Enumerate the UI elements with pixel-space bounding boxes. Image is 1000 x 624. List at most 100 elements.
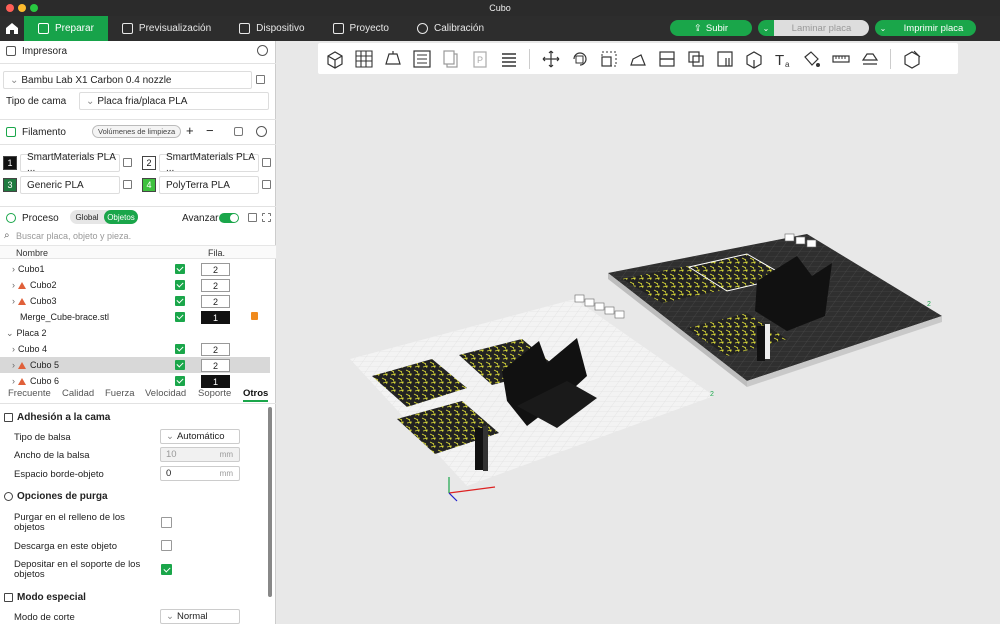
expand-chevron-icon[interactable]: › bbox=[12, 264, 15, 274]
object-row[interactable]: Merge_Cube-brace.stl 1 bbox=[0, 309, 270, 325]
list-view-icon[interactable] bbox=[248, 213, 257, 222]
filament-color-swatch[interactable]: 4 bbox=[142, 178, 156, 192]
expand-chevron-icon[interactable]: › bbox=[12, 280, 15, 290]
compare-icon[interactable] bbox=[262, 213, 271, 222]
calibration-icon bbox=[417, 23, 428, 34]
close-window-button[interactable] bbox=[6, 4, 14, 12]
raft-type-select[interactable]: ⌄ Automático bbox=[160, 429, 240, 444]
bed-type-select[interactable]: ⌄ Placa fria/placa PLA bbox=[79, 92, 269, 110]
upload-button[interactable]: ⇪ Subir bbox=[670, 20, 752, 36]
purge-support-label: Depositar en el soporte de los objetos bbox=[14, 559, 141, 580]
filament-select[interactable]: SmartMaterials PLA ... bbox=[159, 152, 259, 174]
plate-scene[interactable]: 2 2 bbox=[277, 41, 1000, 624]
object-filament-select[interactable]: 2 bbox=[201, 295, 230, 308]
object-row[interactable]: › Cubo 4 2 bbox=[0, 341, 270, 357]
object-visible-checkbox[interactable] bbox=[175, 264, 185, 274]
scope-global[interactable]: Global bbox=[70, 210, 104, 224]
object-name: Cubo 4 bbox=[18, 344, 48, 354]
tab-speed[interactable]: Velocidad bbox=[145, 388, 186, 399]
flush-volumes-button[interactable]: Volúmenes de limpieza bbox=[92, 125, 182, 138]
home-button[interactable] bbox=[0, 16, 24, 41]
lock-icon[interactable] bbox=[251, 312, 258, 320]
raft-width-input[interactable]: 10 mm bbox=[160, 447, 240, 462]
slicing-mode-label: Modo de corte bbox=[14, 612, 75, 623]
filament-edit-icon[interactable] bbox=[262, 180, 271, 189]
object-row[interactable]: › Cubo 5 2 bbox=[0, 357, 270, 373]
object-search-input[interactable]: ⌕ Buscar placa, objeto y pieza. bbox=[0, 229, 276, 243]
slice-plate-button[interactable]: Laminar placa bbox=[774, 20, 869, 36]
object-row[interactable]: › Cubo3 2 bbox=[0, 293, 270, 309]
object-visible-checkbox[interactable] bbox=[175, 360, 185, 370]
slice-dropdown-button[interactable]: ⌄ bbox=[758, 20, 774, 36]
process-scope-toggle[interactable]: Global Objetos bbox=[70, 210, 138, 224]
filament-edit-icon[interactable] bbox=[123, 180, 132, 189]
expand-chevron-icon[interactable]: › bbox=[12, 360, 15, 370]
purge-infill-checkbox[interactable] bbox=[161, 517, 172, 528]
warning-icon bbox=[18, 378, 26, 385]
object-filament-select[interactable]: 2 bbox=[201, 359, 230, 372]
settings-scrollbar[interactable] bbox=[268, 407, 272, 597]
tab-frequent[interactable]: Frecuente bbox=[8, 388, 51, 399]
brim-gap-label: Espacio borde-objeto bbox=[14, 469, 104, 480]
plate-2-y-label: 2 bbox=[927, 301, 931, 308]
filament-select[interactable]: SmartMaterials PLA ... bbox=[20, 152, 120, 174]
slicing-mode-select[interactable]: ⌄ Normal bbox=[160, 609, 240, 624]
search-icon: ⌕ bbox=[4, 230, 10, 241]
object-visible-checkbox[interactable] bbox=[175, 312, 185, 322]
object-filament-select[interactable]: 1 bbox=[201, 311, 230, 324]
expand-chevron-icon[interactable]: › bbox=[12, 344, 15, 354]
tab-quality[interactable]: Calidad bbox=[62, 388, 94, 399]
tab-project[interactable]: Proyecto bbox=[319, 16, 403, 41]
add-filament-icon[interactable]: + bbox=[186, 123, 194, 138]
object-visible-checkbox[interactable] bbox=[175, 344, 185, 354]
minimize-window-button[interactable] bbox=[18, 4, 26, 12]
printer-select[interactable]: ⌄ Bambu Lab X1 Carbon 0.4 nozzle bbox=[3, 71, 252, 89]
purge-object-checkbox[interactable] bbox=[161, 540, 172, 551]
device-icon bbox=[239, 23, 251, 34]
plate-row[interactable]: ⌄ Placa 2 bbox=[0, 325, 270, 341]
object-filament-select[interactable]: 2 bbox=[201, 343, 230, 356]
expand-chevron-icon[interactable]: › bbox=[12, 296, 15, 306]
tab-support[interactable]: Soporte bbox=[198, 388, 231, 399]
filament-edit-icon[interactable] bbox=[123, 158, 132, 167]
printer-edit-icon[interactable] bbox=[256, 75, 265, 84]
advanced-toggle[interactable] bbox=[219, 213, 239, 223]
object-visible-checkbox[interactable] bbox=[175, 376, 185, 386]
object-visible-checkbox[interactable] bbox=[175, 296, 185, 306]
tab-calibration[interactable]: Calibración bbox=[403, 16, 498, 41]
print-dropdown-button[interactable]: ⌄ bbox=[875, 20, 891, 36]
3d-viewport[interactable]: P Ta 2 2 bbox=[277, 41, 1000, 624]
filament-color-swatch[interactable]: 2 bbox=[142, 156, 156, 170]
filament-color-swatch[interactable]: 3 bbox=[3, 178, 17, 192]
filament-select[interactable]: PolyTerra PLA bbox=[159, 176, 259, 194]
scope-objects[interactable]: Objetos bbox=[104, 210, 138, 224]
purge-support-checkbox[interactable] bbox=[161, 564, 172, 575]
filament-color-swatch[interactable]: 1 bbox=[3, 156, 17, 170]
tab-others[interactable]: Otros bbox=[243, 388, 269, 402]
object-filament-select[interactable]: 2 bbox=[201, 279, 230, 292]
filament-settings-icon[interactable] bbox=[256, 126, 267, 137]
expand-chevron-icon[interactable]: ⌄ bbox=[6, 328, 14, 338]
filament-edit-icon[interactable] bbox=[262, 158, 271, 167]
tab-device[interactable]: Dispositivo bbox=[225, 16, 318, 41]
settings-panel: Impresora ⌄ Bambu Lab X1 Carbon 0.4 nozzl… bbox=[0, 41, 276, 624]
sync-filament-icon[interactable] bbox=[234, 127, 243, 136]
object-visible-checkbox[interactable] bbox=[175, 280, 185, 290]
brim-gap-input[interactable]: 0 mm bbox=[160, 466, 240, 481]
remove-filament-icon[interactable]: − bbox=[206, 123, 214, 138]
plate-1[interactable]: 2 bbox=[350, 294, 714, 502]
object-table-header: Nombre Fila. bbox=[0, 245, 276, 259]
advanced-label: Avanzar bbox=[182, 213, 219, 224]
tab-strength[interactable]: Fuerza bbox=[105, 388, 135, 399]
object-row[interactable]: › Cubo1 2 bbox=[0, 261, 270, 277]
purge-icon bbox=[4, 492, 13, 501]
print-plate-button[interactable]: Imprimir placa bbox=[891, 20, 976, 36]
object-filament-select[interactable]: 2 bbox=[201, 263, 230, 276]
filament-select[interactable]: Generic PLA bbox=[20, 176, 120, 194]
expand-chevron-icon[interactable]: › bbox=[12, 376, 15, 386]
maximize-window-button[interactable] bbox=[30, 4, 38, 12]
tab-prepare[interactable]: Preparar bbox=[24, 16, 108, 41]
tab-preview[interactable]: Previsualización bbox=[108, 16, 225, 41]
printer-settings-icon[interactable] bbox=[257, 45, 268, 56]
object-row[interactable]: › Cubo2 2 bbox=[0, 277, 270, 293]
